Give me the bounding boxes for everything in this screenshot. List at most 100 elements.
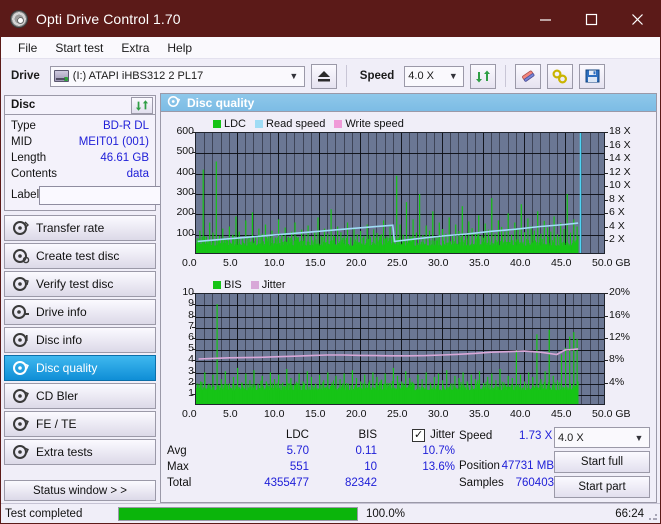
y-tick-mark (192, 233, 195, 235)
toolbar-divider (345, 65, 347, 87)
y-tick-label: 100 (176, 226, 194, 239)
legend-label: BIS (224, 279, 242, 292)
maximize-icon[interactable] (568, 1, 614, 37)
legend-swatch (255, 120, 264, 128)
menu-start-test[interactable]: Start test (46, 39, 112, 57)
series-line (198, 348, 579, 361)
y2-tick-label: 12% (609, 331, 631, 344)
y-tick-label: 9 (188, 297, 194, 310)
table-header-row: LDC BIS ✓ Jitter (167, 427, 459, 443)
chart-legend: LDC Read speed Write speed (213, 118, 410, 130)
disc-row-length: Length 46.61 GB (11, 150, 149, 166)
resize-grip[interactable] (648, 511, 658, 521)
save-button[interactable] (579, 63, 606, 89)
sidebar-item-label: CD Bler (36, 389, 79, 403)
status-window-button[interactable]: Status window > > (4, 480, 156, 501)
eject-button[interactable] (310, 63, 337, 89)
menu-help[interactable]: Help (158, 39, 201, 57)
progress-fill (119, 507, 357, 520)
close-icon[interactable] (614, 1, 660, 37)
sidebar-item-disc-info[interactable]: Disc info (4, 327, 156, 353)
refresh-button[interactable] (470, 63, 497, 89)
x-tick-label: 25.0 (387, 408, 408, 421)
speed-select[interactable]: 4.0 X ▼ (404, 65, 465, 87)
x-tick-label: 45.0 (551, 257, 572, 269)
y-tick-label: 6 (188, 331, 194, 344)
minimize-icon[interactable] (522, 1, 568, 37)
disc-panel-title: Disc (11, 99, 36, 111)
disc-verify-icon (12, 276, 30, 292)
y2-tick-label: 16 X (609, 138, 631, 151)
sidebar-item-verify-test-disc[interactable]: Verify test disc (4, 271, 156, 297)
cell-ldc: 4355477 (264, 477, 309, 489)
y-tick-mark (192, 382, 195, 384)
sidebar-item-label: Verify test disc (36, 277, 114, 291)
y2-tick-label: 4 X (609, 219, 625, 232)
test-speed-select[interactable]: 4.0 X ▼ (554, 427, 650, 448)
y2-tick-label: 16% (609, 308, 631, 321)
fe-te-icon (12, 416, 30, 432)
disc-speed-icon (12, 220, 30, 236)
y-tick-label: 600 (176, 125, 194, 137)
x-tick-label: 10.0 (264, 408, 285, 421)
sidebar-item-fe-te[interactable]: FE / TE (4, 411, 156, 437)
series-impulses (196, 161, 579, 253)
y2-tick-label: 10 X (609, 179, 631, 192)
plot-area (195, 293, 605, 406)
y2-tick-label: 4% (609, 375, 625, 388)
legend-entry: BIS (213, 279, 242, 291)
disc-row-key: Type (11, 120, 36, 132)
sidebar-item-transfer-rate[interactable]: Transfer rate (4, 215, 156, 241)
progress-bar (118, 506, 358, 521)
y2-tick-label: 8 X (609, 192, 625, 205)
cell-bis: 10 (364, 461, 377, 473)
disc-row-value: BD-R DL (102, 120, 149, 132)
sidebar-item-label: FE / TE (36, 417, 77, 431)
app-window: Opti Drive Control 1.70 File Start test … (0, 0, 661, 524)
y2-tick-mark (605, 315, 608, 317)
y2-tick-label: 14 X (609, 152, 631, 165)
disc-row-type: Type BD-R DL (11, 118, 149, 134)
y-tick-label: 7 (188, 319, 194, 332)
erase-button[interactable] (515, 63, 542, 89)
sidebar-item-label: Disc info (36, 333, 83, 347)
sidebar-item-extra-tests[interactable]: Extra tests (4, 439, 156, 465)
start-full-button[interactable]: Start full (554, 451, 650, 473)
disc-refresh-button[interactable] (131, 96, 153, 114)
x-tick-label: 30.0 (428, 257, 449, 269)
y2-tick-label: 8% (609, 353, 625, 366)
y2-tick-mark (605, 293, 608, 295)
y2-tick-label: 2 X (609, 233, 625, 246)
drive-select[interactable]: (I:) ATAPI iHBS312 2 PL17 ▼ (49, 65, 305, 87)
y-tick-mark (192, 371, 195, 373)
window-title: Opti Drive Control 1.70 (36, 11, 181, 27)
toolbar-divider (505, 65, 507, 87)
jitter-checkbox[interactable]: ✓ (412, 428, 426, 442)
x-tick-label: 5.0 (223, 257, 238, 269)
main-body: Disc Type BD-R DL MID MEIT01 (001) Lengt… (1, 93, 660, 503)
disc-label-row: Label (11, 185, 244, 205)
disc-row-value: 46.61 GB (100, 152, 149, 164)
window-controls (522, 1, 660, 37)
x-tick-label: 35.0 (469, 257, 490, 269)
toolbar: Drive (I:) ATAPI iHBS312 2 PL17 ▼ Speed … (1, 59, 660, 93)
tools-button[interactable] (547, 63, 574, 89)
y2-tick-label: 18 X (609, 125, 631, 137)
start-part-button[interactable]: Start part (554, 476, 650, 498)
y2-tick-label: 6 X (609, 206, 625, 219)
sidebar-item-disc-quality[interactable]: Disc quality (4, 355, 156, 381)
series-impulses (196, 304, 579, 405)
y-tick-mark (192, 172, 195, 174)
menu-file[interactable]: File (9, 39, 46, 57)
x-tick-label: 0.0 (182, 408, 197, 421)
sidebar-item-drive-info[interactable]: Drive info (4, 299, 156, 325)
menu-extra[interactable]: Extra (112, 39, 158, 57)
y2-tick-label: 20% (609, 286, 631, 299)
x-tick-label: 0.0 (182, 257, 197, 269)
y-tick-mark (192, 132, 195, 133)
cell-jitter: 13.6% (422, 461, 455, 473)
cell-bis: 0.11 (355, 445, 377, 457)
series-layer (196, 133, 582, 253)
sidebar-item-cd-bler[interactable]: CD Bler (4, 383, 156, 409)
sidebar-item-create-test-disc[interactable]: Create test disc (4, 243, 156, 269)
